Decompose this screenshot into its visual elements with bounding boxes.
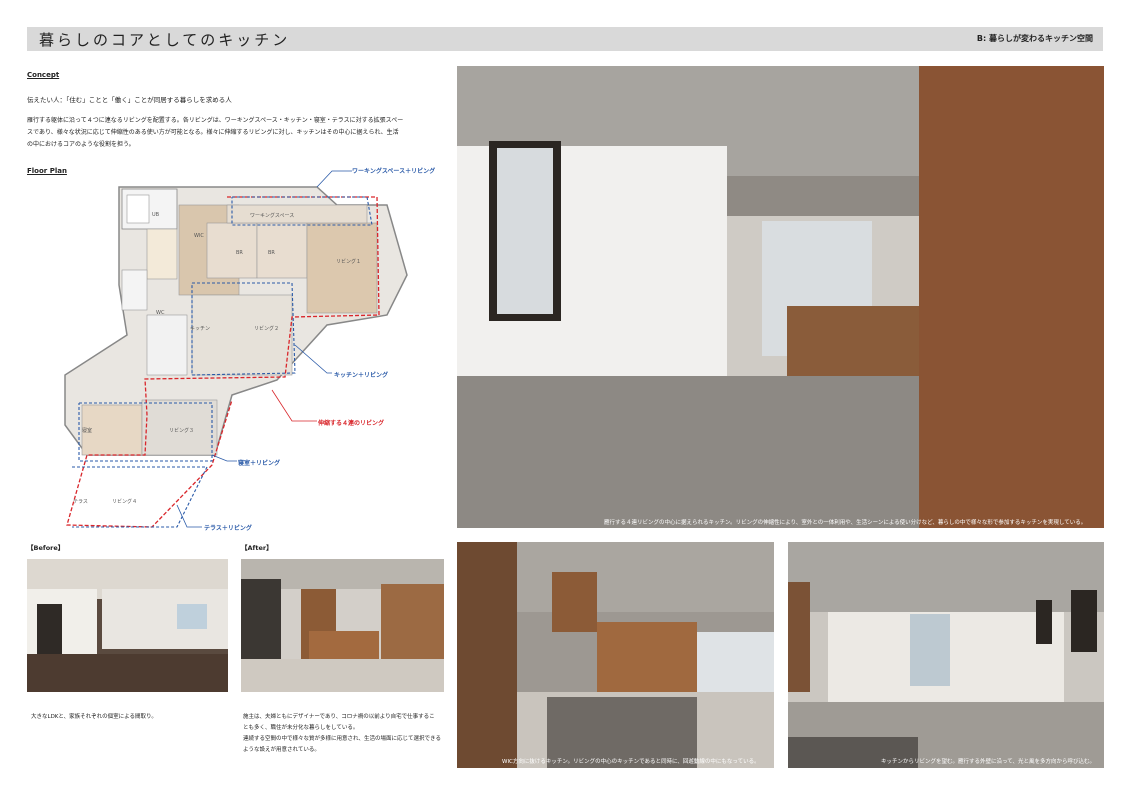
- room-br2: BR: [268, 250, 275, 256]
- bottom-left-caption: WIC方向に抜けるキッチン。リビングの中心のキッチンであると同時に、回遊動線の中…: [502, 759, 760, 765]
- after-photo: [241, 559, 444, 692]
- room-wic: WIC: [194, 233, 204, 239]
- concept-lead: 伝えたい人：「住む」ことと「働く」ことが同居する暮らしを求める人: [27, 96, 232, 104]
- room-wc: WC: [156, 310, 165, 316]
- header-bar: 暮らしのコアとしてのキッチン B: 暮らしが変わるキッチン空間: [27, 27, 1103, 51]
- label-bedroom-living: 寝室＋リビング: [238, 460, 281, 467]
- main-photo: [457, 66, 1104, 528]
- after-line: 連続する空間の中で様々な質が多様に用意され、生活の場面に応じて選択できる: [243, 736, 441, 742]
- label-kitchen-living: キッチン＋リビング: [334, 372, 389, 379]
- after-line: とも多く、職住が未分化な暮らしをしている。: [243, 725, 359, 731]
- room-working-space: ワーキングスペース: [250, 213, 295, 219]
- page-title: 暮らしのコアとしてのキッチン: [39, 31, 291, 49]
- room-living3: リビング３: [169, 428, 195, 434]
- after-heading: 【After】: [241, 544, 273, 552]
- concept-body: 雁行する躯体に沿って４つに連なるリビングを配置する。各リビングは、ワーキングスペ…: [27, 115, 447, 151]
- floor-plan-drawing: [64, 170, 408, 528]
- before-heading: 【Before】: [27, 544, 65, 552]
- label-terrace-living: テラス＋リビング: [204, 525, 252, 532]
- room-br1: BR: [236, 250, 243, 256]
- room-bedroom: 寝室: [82, 428, 93, 434]
- bottom-right-caption: キッチンからリビングを望む。雁行する外壁に沿って、光と風を多方向から呼び込む。: [881, 759, 1095, 765]
- room-living1: リビング１: [336, 259, 362, 265]
- main-photo-caption: 雁行する４連リビングの中心に据えられるキッチン。リビングの伸縮性により、室外との…: [604, 520, 1087, 526]
- label-working-living: ワーキングスペース＋リビング: [352, 168, 436, 175]
- concept-line: 雁行する躯体に沿って４つに連なるリビングを配置する。各リビングは、ワーキングスペ…: [27, 117, 404, 124]
- room-living2: リビング２: [254, 326, 280, 332]
- after-line: 施主は、夫婦ともにデザイナーであり、コロナ禍の以前より自宅で仕事するこ: [243, 714, 435, 720]
- room-ub: UB: [152, 212, 160, 218]
- after-line: ような設えが用意されている。: [243, 747, 320, 753]
- before-photo: [27, 559, 228, 692]
- after-text: 施主は、夫婦ともにデザイナーであり、コロナ禍の以前より自宅で仕事するこ とも多く…: [243, 712, 453, 756]
- concept-line: スであり、様々な状況に応じて伸縮性のある使い方が可能となる。様々に伸縮するリビン…: [27, 129, 399, 136]
- page-subtitle: B: 暮らしが変わるキッチン空間: [976, 34, 1093, 43]
- concept-heading: Concept: [27, 71, 60, 79]
- room-living4: リビング４: [112, 499, 138, 505]
- room-terrace: テラス: [73, 499, 88, 505]
- before-text: 大きなLDKと、家族それぞれの個室による間取り。: [31, 714, 157, 720]
- room-kitchen: キッチン: [190, 326, 211, 332]
- label-four-living: 伸縮する４連のリビング: [318, 420, 385, 427]
- bottom-right-photo: [788, 542, 1104, 768]
- concept-line: の中におけるコアのような役割を担う。: [27, 141, 135, 148]
- bottom-left-photo: [457, 542, 774, 768]
